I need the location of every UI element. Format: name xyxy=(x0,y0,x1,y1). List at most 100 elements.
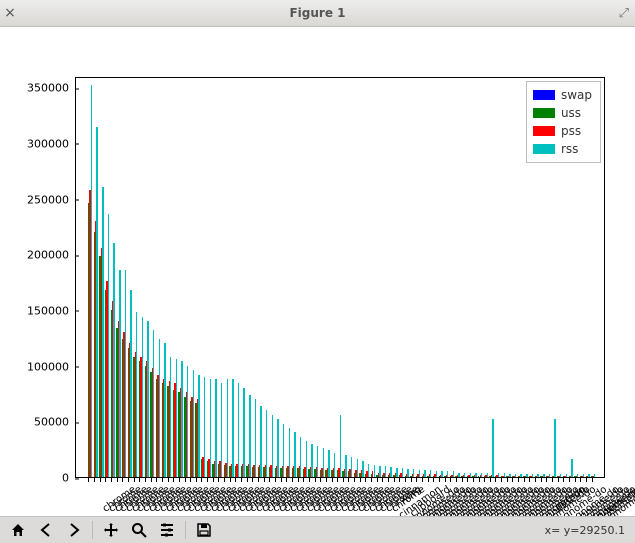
xtick-mark xyxy=(411,478,412,482)
home-icon xyxy=(10,522,26,538)
xtick-mark xyxy=(473,478,474,482)
save-icon xyxy=(196,522,212,538)
bar-rss xyxy=(396,468,397,477)
pan-button[interactable] xyxy=(97,518,125,542)
xtick-mark xyxy=(495,478,496,482)
bar-rss xyxy=(193,370,194,477)
bar-rss xyxy=(436,471,437,477)
legend-entry-swap: swap xyxy=(533,86,592,104)
ytick-label: 250000 xyxy=(27,193,75,206)
back-icon xyxy=(38,522,54,538)
xtick-mark xyxy=(151,478,152,482)
bar-rss xyxy=(283,424,284,477)
bar-rss xyxy=(537,474,538,477)
bar-rss xyxy=(357,459,358,477)
xtick-mark xyxy=(563,478,564,482)
bar-rss xyxy=(328,450,329,477)
xtick-mark xyxy=(552,478,553,482)
bar-rss xyxy=(402,468,403,477)
bar-rss xyxy=(526,474,527,477)
zoom-button[interactable] xyxy=(125,518,153,542)
bar-rss xyxy=(323,448,324,477)
ytick-label: 100000 xyxy=(27,360,75,373)
xtick-mark xyxy=(94,478,95,482)
bar-rss xyxy=(249,395,250,477)
bar-rss xyxy=(407,469,408,477)
bar-rss xyxy=(481,473,482,477)
legend-label: rss xyxy=(561,142,578,156)
forward-button[interactable] xyxy=(60,518,88,542)
xtick-mark xyxy=(264,478,265,482)
bar-rss xyxy=(549,474,550,477)
xtick-mark xyxy=(462,478,463,482)
xtick-mark xyxy=(541,478,542,482)
expand-icon[interactable]: ⤢ xyxy=(619,6,629,21)
figure-canvas[interactable]: swapusspssrss 05000010000015000020000025… xyxy=(0,27,635,516)
home-button[interactable] xyxy=(4,518,32,542)
bar-rss xyxy=(113,243,114,477)
bar-rss xyxy=(345,455,346,477)
bar-rss xyxy=(130,290,131,477)
bar-rss xyxy=(306,441,307,477)
xtick-mark xyxy=(580,478,581,482)
toolbar-separator xyxy=(185,521,186,539)
xtick-mark xyxy=(518,478,519,482)
xtick-mark xyxy=(377,478,378,482)
xtick-mark xyxy=(230,478,231,482)
xtick-mark xyxy=(190,478,191,482)
bar-rss xyxy=(266,410,267,477)
bar-rss xyxy=(108,214,109,477)
xtick-mark xyxy=(201,478,202,482)
xtick-mark xyxy=(315,478,316,482)
bar-rss xyxy=(153,330,154,477)
pan-icon xyxy=(103,522,119,538)
legend-label: swap xyxy=(561,88,592,102)
bar-rss xyxy=(136,312,137,477)
bar-rss xyxy=(419,470,420,477)
bar-rss xyxy=(187,366,188,477)
xtick-mark xyxy=(179,478,180,482)
ytick-label: 50000 xyxy=(34,416,75,429)
xtick-mark xyxy=(575,478,576,482)
bar-rss xyxy=(119,270,120,477)
legend-label: uss xyxy=(561,106,581,120)
bar-rss xyxy=(317,446,318,477)
legend-swatch xyxy=(533,90,555,100)
save-button[interactable] xyxy=(190,518,218,542)
xtick-mark xyxy=(111,478,112,482)
back-button[interactable] xyxy=(32,518,60,542)
xtick-mark xyxy=(467,478,468,482)
bar-rss xyxy=(96,127,97,477)
xtick-mark xyxy=(235,478,236,482)
xtick-mark xyxy=(592,478,593,482)
xtick-mark xyxy=(128,478,129,482)
subplot-config-button[interactable] xyxy=(153,518,181,542)
bar-rss xyxy=(351,457,352,477)
close-icon[interactable]: × xyxy=(0,5,20,21)
ytick-label: 0 xyxy=(62,472,75,485)
xtick-mark xyxy=(394,478,395,482)
bar-rss xyxy=(447,471,448,477)
bar-rss xyxy=(125,270,126,477)
legend-entry-pss: pss xyxy=(533,122,592,140)
legend-swatch xyxy=(533,108,555,118)
bar-rss xyxy=(385,466,386,477)
xtick-mark xyxy=(298,478,299,482)
xtick-mark xyxy=(439,478,440,482)
bar-rss xyxy=(147,321,148,477)
xtick-mark xyxy=(371,478,372,482)
bar-rss xyxy=(464,473,465,477)
bar-rss xyxy=(277,419,278,477)
xtick-mark xyxy=(450,478,451,482)
xtick-mark xyxy=(399,478,400,482)
bar-rss xyxy=(520,474,521,477)
bar-rss xyxy=(566,474,567,477)
xtick-mark xyxy=(558,478,559,482)
xtick-mark xyxy=(139,478,140,482)
bar-rss xyxy=(554,419,555,477)
bar-rss xyxy=(390,467,391,477)
xtick-mark xyxy=(88,478,89,482)
legend-entry-uss: uss xyxy=(533,104,592,122)
xtick-mark xyxy=(348,478,349,482)
xtick-mark xyxy=(281,478,282,482)
